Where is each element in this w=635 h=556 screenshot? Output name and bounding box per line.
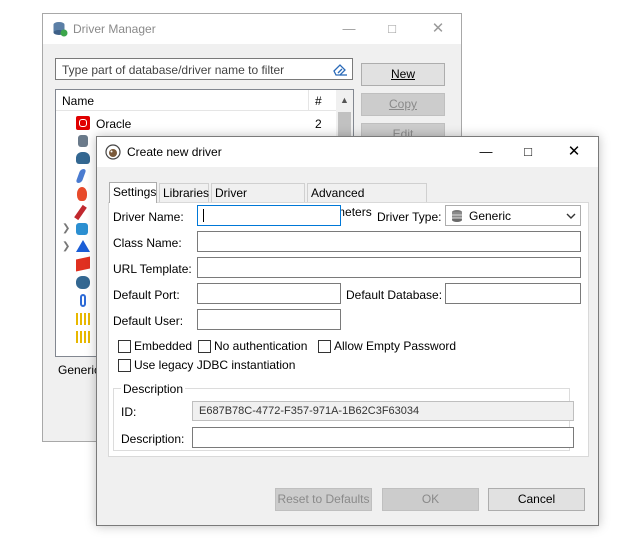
database-icon: [53, 22, 68, 37]
flame-icon: [77, 187, 87, 201]
cancel-button[interactable]: Cancel: [488, 488, 585, 511]
scroll-up-arrow-icon[interactable]: ▲: [340, 95, 349, 105]
driver-list-header: Name #: [56, 90, 336, 111]
driver-filter-field[interactable]: [55, 58, 353, 80]
class-name-input[interactable]: [197, 231, 581, 252]
quill-icon: [74, 204, 87, 221]
class-name-label: Class Name:: [113, 236, 182, 250]
id-label: ID:: [121, 405, 137, 419]
default-database-label: Default Database:: [346, 288, 443, 302]
close-button[interactable]: ✕: [561, 141, 587, 163]
driver-filter-input[interactable]: [60, 60, 334, 80]
description-input[interactable]: [192, 427, 574, 448]
column-header-name[interactable]: Name: [62, 94, 94, 108]
tab-driver-properties[interactable]: Driver properties: [211, 183, 305, 219]
driver-name-input[interactable]: [197, 205, 341, 226]
azure-icon: [76, 240, 90, 252]
edit-driver-button[interactable]: Edit: [361, 123, 445, 137]
expand-arrow-icon[interactable]: ❯: [62, 241, 70, 252]
allow-empty-password-label[interactable]: Allow Empty Password: [334, 339, 456, 353]
url-template-label: URL Template:: [113, 262, 192, 276]
dialog-title: Create new driver: [127, 145, 222, 159]
default-port-label: Default Port:: [113, 288, 180, 302]
tab-settings[interactable]: Settings: [109, 182, 157, 203]
id-value-field[interactable]: E687B78C-4772-F357-971A-1B62C3F63034: [192, 401, 574, 421]
default-port-input[interactable]: [197, 283, 341, 304]
close-button[interactable]: ✕: [425, 18, 451, 40]
column-header-count[interactable]: #: [315, 94, 322, 108]
default-database-input[interactable]: [445, 283, 581, 304]
expand-arrow-icon[interactable]: ❯: [62, 223, 70, 234]
chevron-down-icon[interactable]: [566, 212, 576, 220]
embedded-label[interactable]: Embedded: [134, 339, 192, 353]
description-group-title: Description: [121, 382, 186, 396]
driver-manager-titlebar[interactable]: Driver Manager — □ ✕: [43, 14, 461, 44]
allow-empty-password-checkbox[interactable]: [318, 340, 331, 353]
oracle-icon: [76, 116, 90, 130]
maximize-button[interactable]: □: [379, 18, 405, 40]
no-authentication-checkbox[interactable]: [198, 340, 211, 353]
minimize-button[interactable]: —: [336, 18, 362, 40]
create-driver-dialog: Create new driver — □ ✕ Settings Librari…: [96, 136, 599, 526]
db-icon: [78, 135, 88, 147]
list-item[interactable]: Oracle 2: [56, 116, 336, 132]
bars-icon: [76, 331, 90, 343]
default-user-input[interactable]: [197, 309, 341, 330]
db-folder-icon: [76, 223, 88, 235]
legacy-jdbc-label[interactable]: Use legacy JDBC instantiation: [134, 358, 295, 372]
tab-libraries[interactable]: Libraries: [159, 183, 209, 202]
copy-driver-button[interactable]: Copy: [361, 93, 445, 116]
embedded-checkbox[interactable]: [118, 340, 131, 353]
driver-name: Oracle: [96, 117, 132, 131]
dialog-titlebar[interactable]: Create new driver — □ ✕: [97, 137, 598, 167]
driver-type-label: Driver Type:: [377, 210, 442, 224]
tab-advanced-parameters[interactable]: Advanced parameters: [307, 183, 427, 219]
database-icon: [452, 210, 462, 222]
no-authentication-label[interactable]: No authentication: [214, 339, 307, 353]
feather-icon: [75, 169, 87, 183]
driver-name-label: Driver Name:: [113, 210, 184, 224]
legacy-jdbc-checkbox[interactable]: [118, 359, 131, 372]
bars-icon: [76, 313, 90, 325]
text-cursor: [203, 209, 204, 222]
reset-to-defaults-button[interactable]: Reset to Defaults: [275, 488, 372, 511]
driver-status-label: Generic: [58, 363, 101, 377]
driver-count: 2: [315, 117, 322, 131]
description-label: Description:: [121, 432, 185, 446]
default-user-label: Default User:: [113, 314, 184, 328]
column-divider: [308, 90, 309, 110]
new-driver-button[interactable]: New: [361, 63, 445, 86]
eraser-icon[interactable]: [332, 62, 348, 76]
dbeaver-icon: [105, 144, 121, 160]
link-icon: [80, 294, 86, 307]
elephant-icon: [76, 276, 90, 289]
ok-button[interactable]: OK: [382, 488, 479, 511]
driver-type-value: Generic: [469, 209, 512, 223]
postgres-icon: [76, 152, 90, 164]
driver-type-select[interactable]: Generic: [445, 205, 581, 226]
minimize-button[interactable]: —: [473, 141, 499, 163]
maximize-button[interactable]: □: [515, 141, 541, 163]
url-template-input[interactable]: [197, 257, 581, 278]
layers-icon: [76, 256, 90, 272]
window-title: Driver Manager: [73, 22, 156, 36]
